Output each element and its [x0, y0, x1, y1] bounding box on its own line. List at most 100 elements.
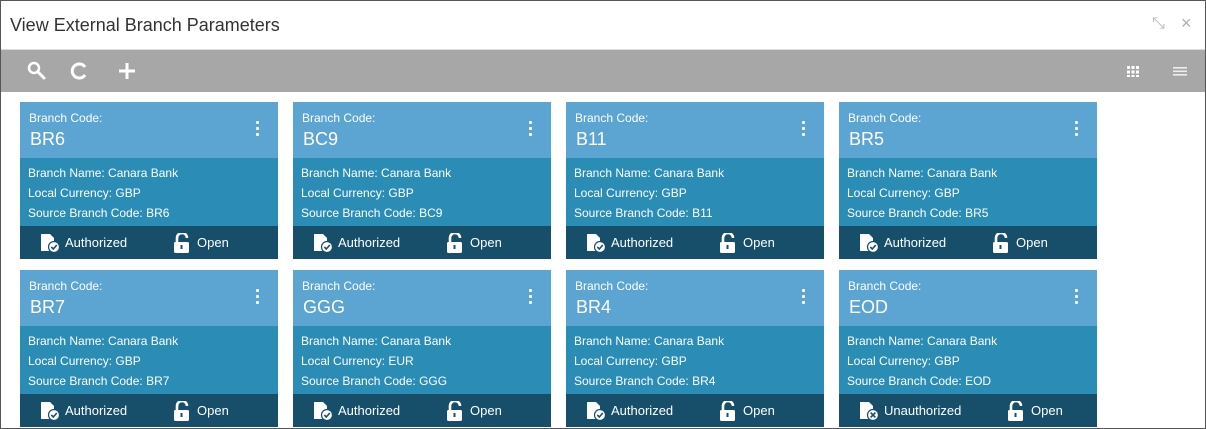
branch-card[interactable]: Branch Code: BR6 Branch Name: Canara Ban… — [20, 102, 278, 259]
more-options-icon[interactable] — [1075, 121, 1079, 137]
branch-name: Branch Name: Canara Bank — [28, 334, 179, 348]
branch-card[interactable]: Branch Code: EOD Branch Name: Canara Ban… — [839, 270, 1097, 427]
branch-code-label: Branch Code: — [848, 111, 922, 125]
branch-card[interactable]: Branch Code: B11 Branch Name: Canara Ban… — [566, 102, 824, 259]
card-header: Branch Code: BC9 — [293, 102, 551, 158]
branch-card[interactable]: Branch Code: BR7 Branch Name: Canara Ban… — [20, 270, 278, 427]
source-branch-code: Source Branch Code: BR6 — [28, 206, 170, 220]
source-branch-code: Source Branch Code: BR4 — [574, 374, 716, 388]
branch-name: Branch Name: Canara Bank — [847, 166, 998, 180]
branch-code-value: GGG — [303, 297, 346, 317]
branch-code-value: B11 — [576, 129, 607, 149]
local-currency: Local Currency: GBP — [301, 186, 414, 200]
unlock-icon — [720, 233, 735, 253]
grid-view-icon[interactable] — [1126, 64, 1140, 78]
authorization-status: Authorized — [338, 235, 401, 250]
local-currency: Local Currency: GBP — [847, 354, 960, 368]
branch-code-label: Branch Code: — [302, 279, 376, 293]
list-view-icon[interactable] — [1173, 64, 1187, 78]
more-options-icon[interactable] — [529, 121, 533, 137]
branch-name: Branch Name: Canara Bank — [28, 166, 179, 180]
branch-card[interactable]: Branch Code: GGG Branch Name: Canara Ban… — [293, 270, 551, 427]
record-status: Open — [1031, 403, 1063, 418]
card-details: Branch Name: Canara Bank Local Currency:… — [301, 331, 451, 391]
authorization-status: Unauthorized — [884, 403, 962, 418]
more-options-icon[interactable] — [529, 289, 533, 305]
toolbar — [1, 50, 1205, 92]
source-branch-code: Source Branch Code: B11 — [574, 206, 713, 220]
authorization-status-icon — [314, 234, 334, 253]
card-footer: Authorized Open — [566, 394, 824, 427]
card-details: Branch Name: Canara Bank Local Currency:… — [847, 163, 997, 223]
authorization-status: Authorized — [338, 403, 401, 418]
authorization-status-icon — [314, 402, 334, 421]
authorization-status-icon — [587, 402, 607, 421]
card-header: Branch Code: B11 — [566, 102, 824, 158]
branch-card[interactable]: Branch Code: BR4 Branch Name: Canara Ban… — [566, 270, 824, 427]
branch-code-value: BR7 — [30, 297, 66, 317]
record-status: Open — [1016, 235, 1048, 250]
branch-code-value: BR5 — [849, 129, 885, 149]
source-branch-code: Source Branch Code: BR7 — [28, 374, 170, 388]
unlock-icon — [993, 233, 1008, 253]
card-header: Branch Code: BR4 — [566, 270, 824, 326]
unlock-icon — [720, 401, 735, 421]
branch-code-value: BR6 — [30, 129, 66, 149]
window: View External Branch Parameters ⤡ × Bran… — [0, 0, 1206, 429]
local-currency: Local Currency: GBP — [574, 186, 687, 200]
branch-name: Branch Name: Canara Bank — [574, 334, 725, 348]
authorization-status: Authorized — [65, 235, 128, 250]
card-footer: Authorized Open — [839, 226, 1097, 259]
branch-name: Branch Name: Canara Bank — [301, 166, 452, 180]
branch-code-value: BR4 — [576, 297, 612, 317]
record-status: Open — [470, 235, 502, 250]
authorization-status-icon — [860, 402, 880, 421]
card-footer: Authorized Open — [293, 226, 551, 259]
unlock-icon — [174, 401, 189, 421]
card-details: Branch Name: Canara Bank Local Currency:… — [847, 331, 997, 391]
search-icon[interactable] — [26, 60, 48, 82]
authorization-status: Authorized — [884, 235, 947, 250]
card-header: Branch Code: BR7 — [20, 270, 278, 326]
more-options-icon[interactable] — [1075, 289, 1079, 305]
branch-card[interactable]: Branch Code: BR5 Branch Name: Canara Ban… — [839, 102, 1097, 259]
record-status: Open — [470, 403, 502, 418]
authorization-status-icon — [860, 234, 880, 253]
branch-code-label: Branch Code: — [575, 111, 649, 125]
unlock-icon — [447, 401, 462, 421]
authorization-status-icon — [587, 234, 607, 253]
authorization-status: Authorized — [611, 403, 674, 418]
refresh-icon[interactable] — [69, 60, 91, 82]
unlock-icon — [174, 233, 189, 253]
branch-code-label: Branch Code: — [848, 279, 922, 293]
card-header: Branch Code: EOD — [839, 270, 1097, 326]
branch-code-value: BC9 — [303, 129, 339, 149]
branch-card[interactable]: Branch Code: BC9 Branch Name: Canara Ban… — [293, 102, 551, 259]
unlock-icon — [1008, 401, 1023, 421]
page-title: View External Branch Parameters — [10, 15, 280, 35]
more-options-icon[interactable] — [802, 121, 806, 137]
card-footer: Authorized Open — [20, 394, 278, 427]
card-header: Branch Code: BR5 — [839, 102, 1097, 158]
more-options-icon[interactable] — [256, 121, 260, 137]
card-footer: Authorized Open — [293, 394, 551, 427]
record-status: Open — [197, 403, 229, 418]
card-header: Branch Code: GGG — [293, 270, 551, 326]
more-options-icon[interactable] — [256, 289, 260, 305]
card-details: Branch Name: Canara Bank Local Currency:… — [28, 331, 178, 391]
minimize-icon[interactable]: ⤡ — [1152, 15, 1165, 33]
branch-code-label: Branch Code: — [29, 111, 103, 125]
card-footer: Unauthorized Open — [839, 394, 1097, 427]
branch-code-label: Branch Code: — [575, 279, 649, 293]
close-icon[interactable]: × — [1181, 13, 1192, 34]
local-currency: Local Currency: GBP — [28, 186, 141, 200]
add-icon[interactable] — [116, 60, 138, 82]
more-options-icon[interactable] — [802, 289, 806, 305]
authorization-status-icon — [41, 402, 61, 421]
card-details: Branch Name: Canara Bank Local Currency:… — [301, 163, 451, 223]
local-currency: Local Currency: GBP — [574, 354, 687, 368]
branch-name: Branch Name: Canara Bank — [847, 334, 998, 348]
card-details: Branch Name: Canara Bank Local Currency:… — [574, 331, 724, 391]
card-details: Branch Name: Canara Bank Local Currency:… — [574, 163, 724, 223]
source-branch-code: Source Branch Code: EOD — [847, 374, 992, 388]
